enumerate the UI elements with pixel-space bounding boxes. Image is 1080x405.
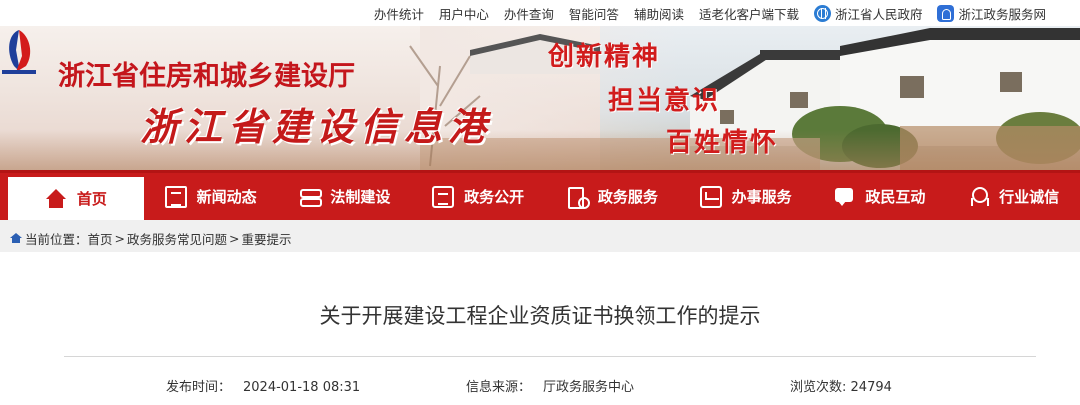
breadcrumb-notice[interactable]: 重要提示 [242,229,292,248]
article-title: 关于开展建设工程企业资质证书换领工作的提示 [319,304,761,328]
portal-name: 浙江省建设信息港 [140,104,493,149]
title-divider [64,356,1036,357]
service-portal-label: 浙江政务服务网 [958,7,1046,22]
service-portal-icon [937,5,955,22]
province-gov-link[interactable]: 浙江省人民政府 [813,4,923,23]
nav-item-news[interactable]: 新闻动态 [144,173,278,220]
credit-icon [967,186,989,208]
publish-time: 发布时间： 2024-01-18 08:31 [166,376,360,395]
top-link-query[interactable]: 办件查询 [504,4,554,23]
top-link-elderly-app[interactable]: 适老化客户端下载 [699,4,799,23]
slogan-innovation: 创新精神 [548,42,661,72]
nav-item-label: 政务公开 [464,188,525,206]
globe-icon [813,5,831,22]
info-source-label: 信息来源： [466,380,532,395]
nav-item-label: 新闻动态 [196,188,257,206]
slogan-responsibility: 担当意识 [608,86,721,116]
view-count-label: 浏览次数: [790,380,847,395]
main-nav: 首页 新闻动态 法制建设 政务公开 政务服务 办事服务 政民互动 行业诚信 [0,170,1080,220]
nav-item-label: 办事服务 [731,188,792,206]
nav-item-law[interactable]: 法制建设 [277,173,411,220]
home-icon [45,188,67,210]
breadcrumb-separator: > [229,231,240,246]
top-link-qa[interactable]: 智能问答 [569,4,619,23]
nav-item-affairs-service[interactable]: 办事服务 [679,173,813,220]
top-links: 办件统计 用户中心 办件查询 智能问答 辅助阅读 适老化客户端下载 浙江省人民政… [374,4,1046,23]
service-portal-link[interactable]: 浙江政务服务网 [937,4,1046,23]
site-banner: 浙江省住房和城乡建设厅 浙江省建设信息港 创新精神 担当意识 百姓情怀 [0,26,1080,170]
publish-time-value: 2024-01-18 08:31 [243,380,361,395]
department-logo-icon [2,30,36,74]
nav-item-label: 政务服务 [597,188,658,206]
view-count: 浏览次数: 24794 [790,376,892,395]
province-gov-label: 浙江省人民政府 [834,7,923,22]
nav-item-label: 首页 [76,190,107,208]
nav-item-open-affairs[interactable]: 政务公开 [411,173,545,220]
location-home-icon [10,233,22,244]
top-link-reading-aid[interactable]: 辅助阅读 [634,4,684,23]
info-source-value: 厅政务服务中心 [543,380,635,395]
breadcrumb-prefix: 当前位置： [25,232,88,247]
info-source: 信息来源： 厅政务服务中心 [466,376,634,395]
slogan-people: 百姓情怀 [666,128,779,158]
nav-item-credit[interactable]: 行业诚信 [946,173,1080,220]
service-icon [566,186,590,209]
nav-item-label: 行业诚信 [999,188,1060,206]
breadcrumb-home[interactable]: 首页 [88,229,113,248]
news-icon [164,185,187,208]
interaction-icon [833,186,855,208]
open-affairs-icon [432,185,455,208]
top-link-user-center[interactable]: 用户中心 [439,4,489,23]
nav-item-home[interactable]: 首页 [8,177,144,220]
publish-time-label: 发布时间： [166,380,232,395]
top-link-stats[interactable]: 办件统计 [374,4,424,23]
top-utility-bar: 办件统计 用户中心 办件查询 智能问答 辅助阅读 适老化客户端下载 浙江省人民政… [0,0,1080,26]
nav-item-label: 政民互动 [865,188,926,206]
view-count-value: 24794 [850,380,892,395]
breadcrumb-bar: 当前位置： 首页 > 政务服务常见问题 > 重要提示 [0,220,1080,252]
nav-item-interaction[interactable]: 政民互动 [812,173,946,220]
affairs-icon [699,185,722,208]
breadcrumb: 当前位置： 首页 > 政务服务常见问题 > 重要提示 [10,229,292,248]
nav-item-label: 法制建设 [330,188,391,206]
nav-item-gov-service[interactable]: 政务服务 [545,173,679,220]
department-name: 浙江省住房和城乡建设厅 [58,61,355,92]
breadcrumb-separator: > [114,231,126,246]
breadcrumb-faq[interactable]: 政务服务常见问题 [127,229,227,248]
law-icon [298,186,323,208]
